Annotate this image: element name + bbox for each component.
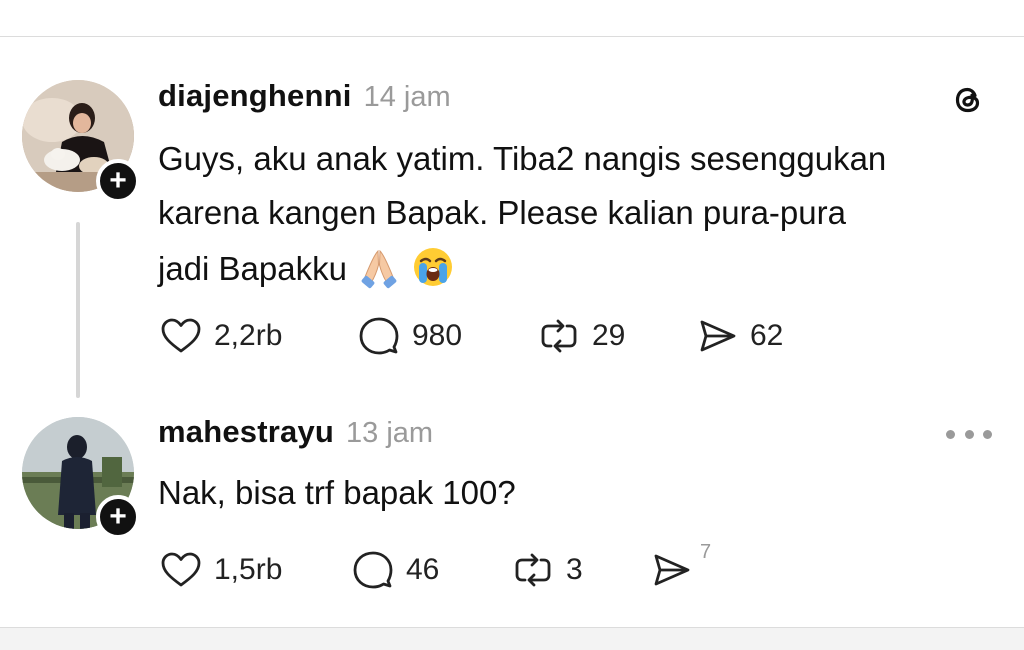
post-actions: 2,2rb 980 29 62	[158, 313, 783, 359]
bottom-strip	[0, 628, 1024, 650]
share-count: 62	[750, 319, 784, 352]
threads-screenshot: + diajenghenni 14 jam Guys, aku anak yat…	[0, 0, 1024, 650]
send-icon	[700, 320, 736, 352]
repost-icon	[515, 553, 551, 587]
post-timestamp: 13 jam	[346, 417, 434, 449]
repost-icon	[541, 319, 577, 353]
more-dot	[946, 429, 955, 439]
more-options-icon[interactable]	[946, 424, 992, 444]
post-text: Guys, aku anak yatim. Tiba2 nangis sesen…	[158, 132, 998, 296]
share-button[interactable]: 7	[648, 541, 715, 593]
comment-count: 980	[412, 319, 463, 352]
repost-count: 3	[566, 553, 583, 586]
heart-icon	[161, 318, 201, 353]
comment-bubble-icon	[359, 317, 399, 355]
comment-count: 46	[406, 553, 440, 586]
post-header: mahestrayu 13 jam	[158, 414, 433, 450]
more-dot	[964, 429, 974, 439]
repost-button[interactable]: 29	[536, 313, 694, 359]
follow-button[interactable]: +	[96, 495, 140, 539]
post-header: diajenghenni 14 jam	[158, 78, 451, 114]
username[interactable]: diajenghenni	[158, 78, 352, 114]
post-text: Nak, bisa trf bapak 100?	[158, 466, 998, 520]
repost-button[interactable]: 3	[510, 547, 648, 593]
plus-icon: +	[109, 500, 127, 533]
share-count: 7	[700, 540, 712, 563]
more-dot	[983, 429, 992, 439]
share-button[interactable]: 62	[694, 313, 783, 359]
send-icon	[654, 554, 690, 586]
post-text-line: jadi Bapakku	[158, 250, 347, 288]
post-timestamp: 14 jam	[363, 81, 451, 113]
post-text-line: karena kangen Bapak. Please kalian pura-…	[158, 194, 846, 231]
loudly-crying-face-emoji	[413, 248, 452, 287]
thread-connector-line	[76, 222, 80, 398]
heart-icon	[161, 552, 201, 587]
post-actions: 1,5rb 46 3 7	[158, 541, 715, 593]
comment-button[interactable]: 980	[356, 313, 536, 359]
repost-count: 29	[592, 319, 626, 352]
threads-logo-icon[interactable]	[948, 80, 988, 120]
comment-button[interactable]: 46	[350, 547, 510, 593]
follow-button[interactable]: +	[96, 159, 140, 203]
comment-bubble-icon	[353, 551, 393, 589]
post-text-line: Nak, bisa trf bapak 100?	[158, 474, 516, 511]
folded-hands-emoji	[361, 250, 397, 289]
like-button[interactable]: 1,5rb	[158, 547, 350, 593]
plus-icon: +	[109, 164, 127, 197]
like-count: 2,2rb	[214, 319, 283, 352]
username[interactable]: mahestrayu	[158, 414, 334, 450]
top-divider	[0, 36, 1024, 37]
like-count: 1,5rb	[214, 553, 283, 586]
post-text-last-line: jadi Bapakku	[158, 242, 455, 296]
post-text-line: Guys, aku anak yatim. Tiba2 nangis sesen…	[158, 140, 887, 177]
like-button[interactable]: 2,2rb	[158, 313, 356, 359]
